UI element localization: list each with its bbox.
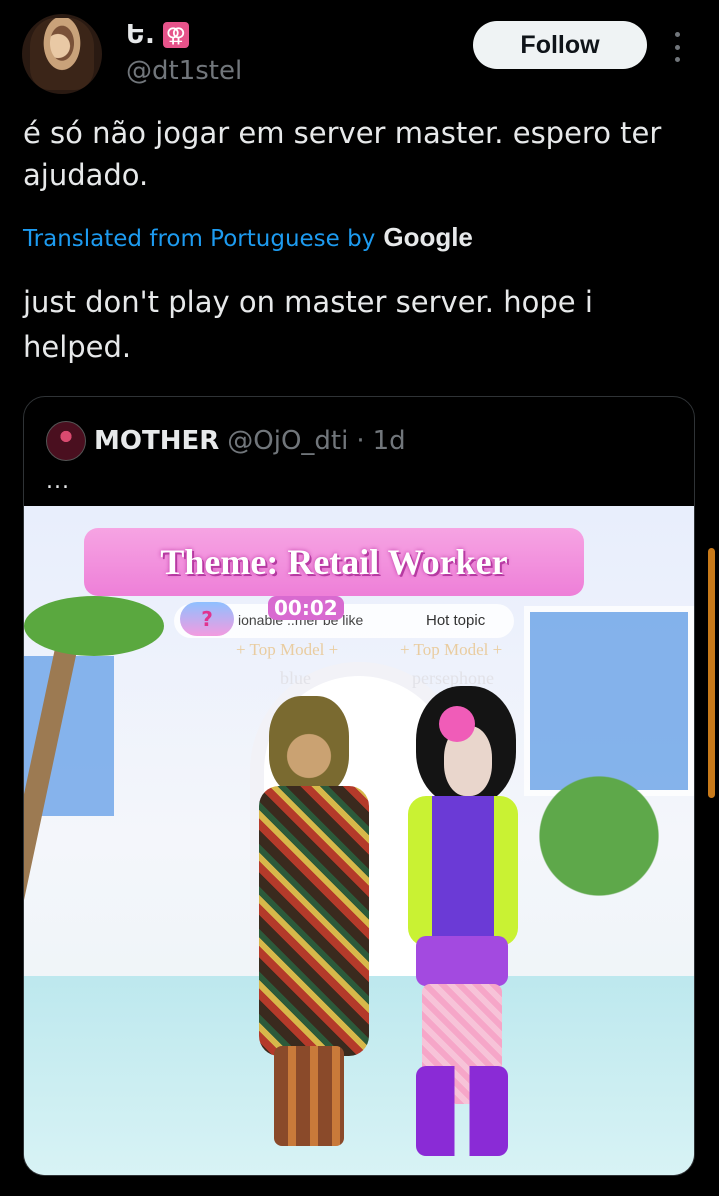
quoted-timestamp: 1d xyxy=(372,426,406,456)
tweet-text: é só não jogar em server master. espero … xyxy=(23,116,662,192)
hint-icon: ? xyxy=(180,602,234,636)
avatar-image xyxy=(30,18,94,90)
quoted-tweet-header: MOTHER @OjO_dti · 1d xyxy=(46,421,406,461)
avatar-right-flower xyxy=(439,706,475,742)
quoted-tweet-card[interactable]: MOTHER @OjO_dti · 1d ... Theme: Retail W… xyxy=(23,396,695,1176)
author-name-row: Ե. ⚢ xyxy=(126,20,189,50)
theme-banner: Theme: Retail Worker xyxy=(84,528,584,596)
quoted-author-name: MOTHER xyxy=(94,426,220,456)
quoted-media-image[interactable]: Theme: Retail Worker ? ionable ..mer be … xyxy=(24,506,694,1175)
avatar-left-head xyxy=(269,696,349,796)
more-options-icon[interactable] xyxy=(666,32,688,62)
avatar-left-legs xyxy=(274,1046,344,1146)
scrollbar-thumb[interactable] xyxy=(708,548,715,798)
google-logo: Google xyxy=(383,222,473,252)
player-tag-right: + Top Model + xyxy=(400,640,503,659)
female-sign-emoji-icon: ⚢ xyxy=(162,22,189,48)
countdown-timer: 00:02 xyxy=(268,596,344,620)
follow-button[interactable]: Follow xyxy=(473,21,647,69)
player-name-left: blue xyxy=(280,668,311,688)
quoted-author-avatar xyxy=(46,421,86,461)
translation-attribution: Translated from Portuguese by Google xyxy=(23,222,473,253)
avatar-right-shorts xyxy=(416,936,508,986)
player-tag-left: + Top Model + xyxy=(236,640,339,659)
author-avatar[interactable] xyxy=(22,14,102,94)
avatar-right-boots xyxy=(416,1066,508,1156)
tweet-header: Ե. ⚢ @dt1stel Follow xyxy=(0,0,719,100)
quoted-ellipsis: ... xyxy=(46,469,70,494)
quoted-author-handle: @OjO_dti xyxy=(227,426,349,456)
translated-text: just don't play on master server. hope i… xyxy=(23,285,593,364)
hot-topic-label: Hot topic xyxy=(426,612,486,629)
translated-from-link[interactable]: Translated from Portuguese by xyxy=(23,226,375,252)
avatar-right-top xyxy=(408,796,518,946)
author-display-name[interactable]: Ե. xyxy=(126,20,155,50)
palm-leaves xyxy=(24,596,164,656)
plant-right xyxy=(504,766,694,906)
dot-separator: · xyxy=(356,426,365,456)
author-handle[interactable]: @dt1stel xyxy=(126,56,242,86)
avatar-left-outfit xyxy=(259,786,369,1056)
